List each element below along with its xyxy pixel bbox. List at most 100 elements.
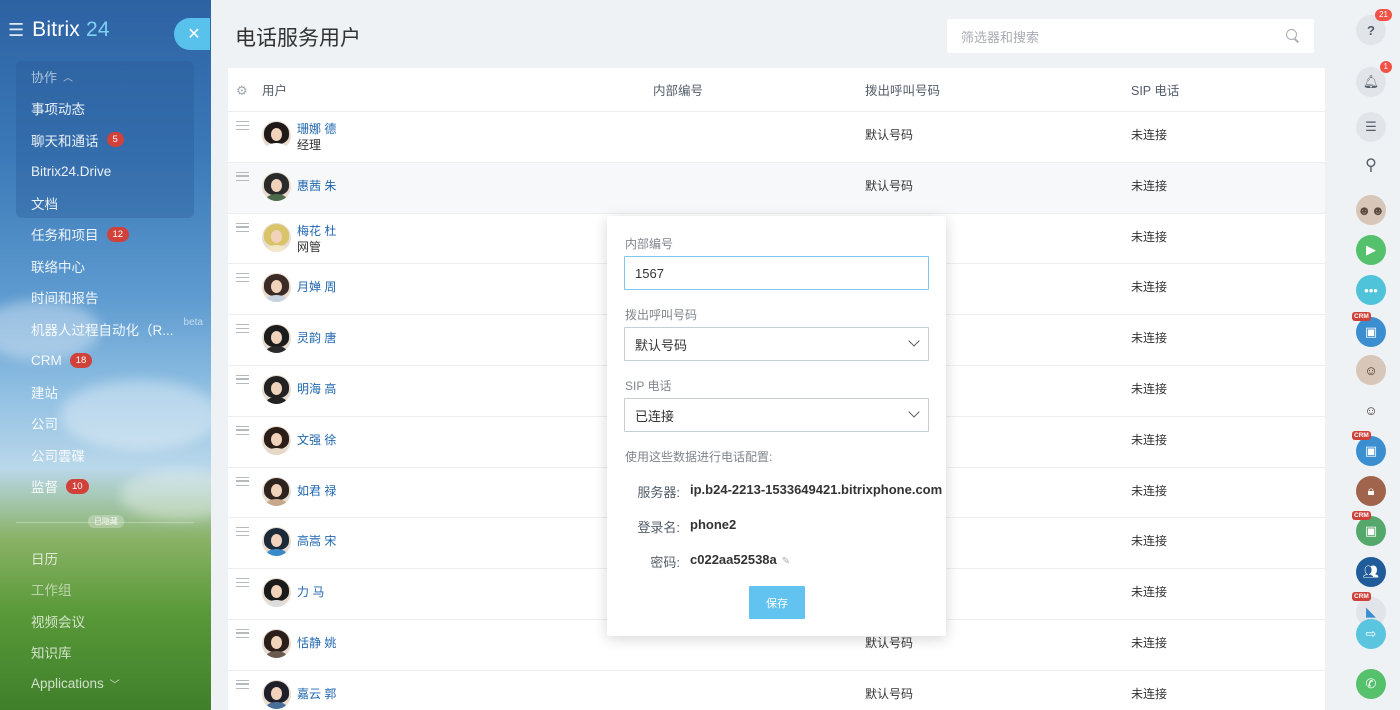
notifications-button[interactable]: 🔔︎ 1 [1356,61,1392,97]
user-avatar[interactable] [262,222,291,252]
user-name-link[interactable]: 惠茜 朱 [297,177,336,194]
sidebar-item[interactable]: 时间和报告 [0,282,211,314]
column-header-ext[interactable]: 内部编号 [653,80,703,99]
sidebar-item[interactable]: 聊天和通话 5 [0,124,211,156]
sidebar-hidden-item[interactable]: 视频会议 [0,605,211,637]
locked-chat-button[interactable]: 🔒︎ [1356,476,1386,506]
sidebar-hidden-item[interactable]: Applications ﹀ [0,668,211,700]
user-avatar-2[interactable]: ☺ [1356,395,1386,425]
table-row[interactable]: 惠茜 朱 默认号码 未连接 [228,162,1325,214]
sidebar-hidden-item[interactable]: 日历 [0,542,211,574]
user-avatar[interactable] [262,171,291,201]
column-header-sip[interactable]: SIP 电话 [1131,80,1179,99]
table-row[interactable]: 珊娜 德经理 默认号码 未连接 [228,112,1325,163]
sidebar-item[interactable]: 公司雲碟 [0,439,211,471]
messenger-button[interactable]: ☰ [1356,112,1386,142]
search-button[interactable]: ⚲ [1356,150,1386,180]
drag-handle-icon[interactable] [236,425,249,435]
gear-icon[interactable]: ⚙ [236,83,248,99]
drag-handle-icon[interactable] [236,121,249,130]
drag-handle-icon[interactable] [236,171,249,181]
group-chat-button[interactable]: 👥︎ [1356,557,1386,587]
sidebar-item[interactable]: 联络中心 [0,250,211,282]
sidebar-hidden-item[interactable]: 工作组 [0,574,211,606]
outgoing-number-cell[interactable]: 默认号码 [865,177,913,194]
user-name-link[interactable]: 恬静 姚 [297,634,336,651]
user-avatar-1[interactable]: ☺ [1356,355,1386,385]
drag-handle-icon[interactable] [236,679,249,689]
sip-status-cell[interactable]: 未连接 [1131,685,1167,702]
column-header-outgoing[interactable]: 拨出呼叫号码 [865,80,940,99]
sip-status-cell[interactable]: 未连接 [1131,177,1167,194]
sip-status-cell[interactable]: 未连接 [1131,634,1167,651]
user-avatar[interactable] [262,679,291,709]
outgoing-number-cell[interactable]: 默认号码 [865,685,913,702]
drag-handle-icon[interactable] [236,273,249,283]
search-input[interactable]: 筛选器和搜索 [947,19,1314,53]
table-row[interactable]: 嘉云 郭 默认号码 未连接 [228,671,1325,710]
user-avatar[interactable] [262,425,291,455]
user-name-link[interactable]: 文强 徐 [297,431,336,448]
user-avatar[interactable] [262,628,291,658]
phone-call-button[interactable]: ✆ [1356,669,1386,699]
sidebar-item[interactable]: 任务和项目 12 [0,219,211,251]
user-avatar[interactable] [262,324,291,354]
video-call-button[interactable]: ▶ [1356,235,1386,265]
sidebar-item[interactable]: 建站 [0,376,211,408]
sidebar-item[interactable]: 监督 10 [0,471,211,503]
outgoing-number-cell[interactable]: 默认号码 [865,126,913,143]
outgoing-number-cell[interactable]: 默认号码 [865,634,913,651]
menu-burger-icon[interactable]: ☰ [8,21,24,39]
sip-status-cell[interactable]: 未连接 [1131,228,1167,245]
drag-handle-icon[interactable] [236,476,249,486]
crm-chat-button-3[interactable]: ▣ CRM [1352,511,1386,546]
user-name-link[interactable]: 高嵩 宋 [297,532,336,549]
drag-handle-icon[interactable] [236,527,249,537]
drag-handle-icon[interactable] [236,222,249,232]
sidebar-item[interactable]: 公司 [0,408,211,440]
user-avatar[interactable] [262,476,291,506]
sidebar-item[interactable]: CRM 18 [0,345,211,377]
search-icon[interactable] [1286,29,1300,43]
user-name-link[interactable]: 梅花 杜 [297,222,336,239]
user-name-link[interactable]: 灵韵 唐 [297,329,336,346]
help-button[interactable]: ? 21 [1356,9,1392,45]
user-name-link[interactable]: 珊娜 德 [297,120,336,137]
close-button[interactable]: ✕ [174,18,210,50]
crm-chat-button-2[interactable]: ▣ CRM [1352,431,1386,466]
sidebar-item[interactable]: 文档 [0,187,211,219]
open-channel-button[interactable]: ••• [1356,275,1386,305]
sip-status-cell[interactable]: 未连接 [1131,583,1167,600]
user-avatar[interactable] [262,374,291,404]
sip-status-cell[interactable]: 未连接 [1131,329,1167,346]
sip-status-cell[interactable]: 未连接 [1131,278,1167,295]
user-avatar[interactable] [262,527,291,557]
sidebar-hidden-item[interactable]: 知识库 [0,637,211,669]
user-name-link[interactable]: 如君 禄 [297,482,336,499]
pencil-icon[interactable]: ✎ [782,556,790,567]
sip-status-cell[interactable]: 未连接 [1131,380,1167,397]
transfer-chat-button[interactable]: ⇨ [1356,619,1386,649]
drag-handle-icon[interactable] [236,628,249,638]
user-avatar[interactable] [262,578,291,608]
sidebar-item[interactable]: 事项动态 [0,93,211,125]
recent-chat-avatar[interactable]: ☻☻ 5 [1356,195,1386,225]
user-name-link[interactable]: 力 马 [297,583,324,600]
user-name-link[interactable]: 月婵 周 [297,278,336,295]
user-avatar[interactable] [262,121,291,150]
crm-chat-button-1[interactable]: ▣ CRM [1352,312,1386,347]
drag-handle-icon[interactable] [236,578,249,588]
user-avatar[interactable] [262,273,291,303]
sip-status-cell[interactable]: 未连接 [1131,532,1167,549]
sip-status-cell[interactable]: 未连接 [1131,482,1167,499]
sip-status-cell[interactable]: 未连接 [1131,431,1167,448]
drag-handle-icon[interactable] [236,374,249,384]
user-name-link[interactable]: 明海 高 [297,380,336,397]
ext-number-input[interactable]: 1567 [624,256,929,290]
sidebar-item[interactable]: 机器人过程自动化（R... beta [0,313,211,345]
outgoing-number-select[interactable]: 默认号码 [624,327,929,361]
sip-status-cell[interactable]: 未连接 [1131,126,1167,143]
logo[interactable]: ☰ Bitrix 24 [8,18,110,42]
sidebar-item[interactable]: Bitrix24.Drive [0,156,211,188]
sidebar-group-collaboration[interactable]: 协作 ︿ [0,61,211,93]
